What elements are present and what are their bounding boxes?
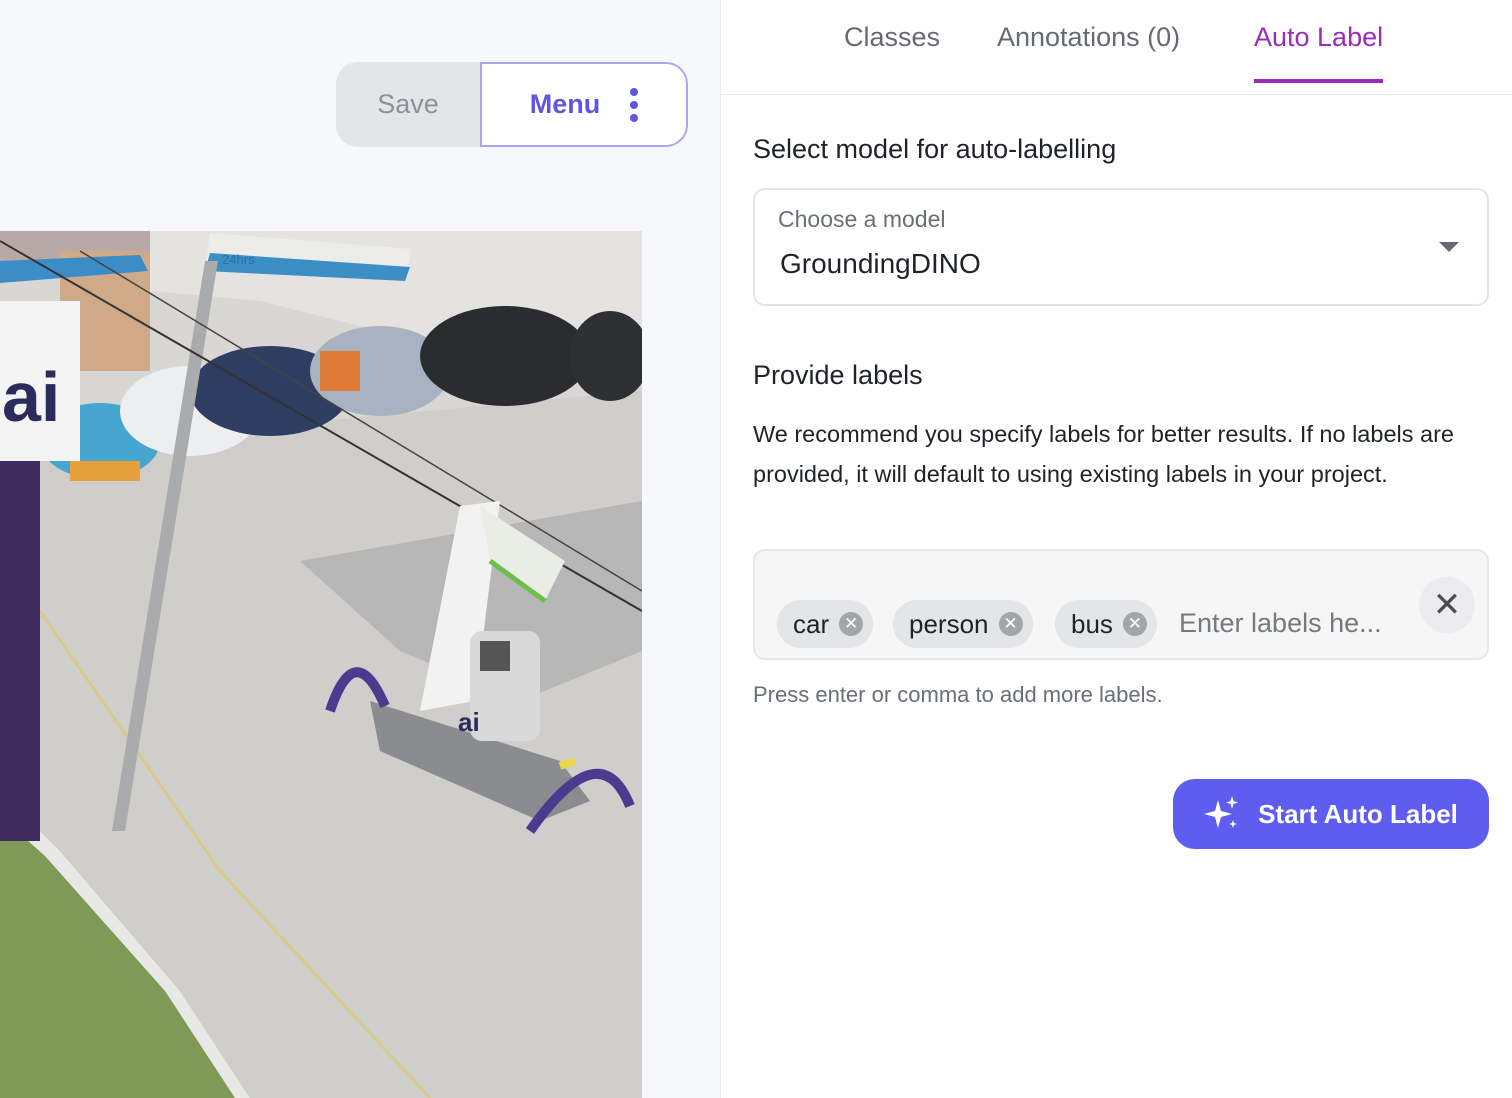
model-field-label: Choose a model <box>778 206 946 232</box>
start-auto-label-button[interactable]: Start Auto Label <box>1173 779 1489 849</box>
remove-chip-icon[interactable]: ✕ <box>998 612 1023 636</box>
remove-chip-icon[interactable]: ✕ <box>1122 612 1147 636</box>
side-panel: Classes Annotations (0) Auto Label Selec… <box>720 0 1512 1098</box>
model-select[interactable]: Choose a model GroundingDINO <box>753 188 1489 306</box>
label-chip-text: car <box>793 608 830 639</box>
tab-classes[interactable]: Classes <box>844 22 940 83</box>
clear-labels-button[interactable]: ✕ <box>1419 577 1475 633</box>
label-chip: car ✕ <box>777 600 874 648</box>
panel-tabs: Classes Annotations (0) Auto Label <box>721 0 1512 95</box>
label-chip-text: person <box>909 608 989 639</box>
close-icon: ✕ <box>1432 586 1462 624</box>
tab-annotations[interactable]: Annotations (0) <box>997 22 1180 83</box>
model-section-title: Select model for auto-labelling <box>753 134 1117 164</box>
labels-input[interactable] <box>1179 603 1409 643</box>
remove-chip-icon[interactable]: ✕ <box>839 612 864 636</box>
brand-sign-text: ai <box>2 358 60 436</box>
caret-down-icon <box>1439 242 1459 252</box>
tab-auto-label[interactable]: Auto Label <box>1254 22 1384 83</box>
start-auto-label-text: Start Auto Label <box>1258 798 1458 829</box>
labels-section-title: Provide labels <box>753 360 923 390</box>
menu-button-label: Menu <box>529 89 601 119</box>
save-button[interactable]: Save <box>336 62 480 147</box>
toolbar-button-group: Save Menu <box>336 62 688 147</box>
pump-brand-text: ai <box>458 707 480 737</box>
annotation-image[interactable]: 24hrs ai ai <box>0 231 642 1098</box>
model-selected-value: GroundingDINO <box>780 248 981 279</box>
sparkles-icon <box>1204 796 1239 828</box>
more-vertical-icon <box>630 87 639 122</box>
labels-description: We recommend you specify labels for bett… <box>753 421 1454 487</box>
labels-input-box[interactable]: car ✕ person ✕ bus ✕ ✕ <box>753 549 1489 660</box>
menu-button[interactable]: Menu <box>480 62 688 147</box>
labels-hint: Press enter or comma to add more labels. <box>753 682 1163 707</box>
gas-station-photo: 24hrs ai ai <box>0 231 642 1098</box>
label-chip: bus ✕ <box>1055 600 1157 648</box>
label-chip: person ✕ <box>893 600 1033 648</box>
canvas-area: Save Menu 24hrs ai ai <box>0 0 720 1098</box>
billboard-text: 24hrs <box>222 252 255 267</box>
label-chip-text: bus <box>1071 608 1113 639</box>
